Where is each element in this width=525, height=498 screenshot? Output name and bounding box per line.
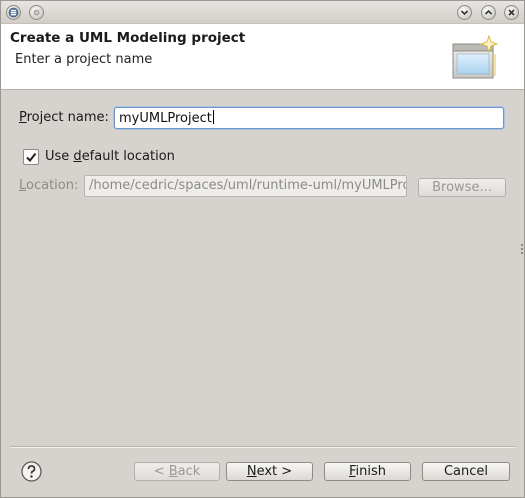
back-button[interactable]: < Back [134, 462, 220, 481]
wizard-dialog: Create a UML Modeling project Enter a pr… [0, 0, 525, 498]
project-name-value: myUMLProject [119, 111, 212, 126]
text-caret [212, 110, 214, 124]
sticky-icon[interactable] [29, 5, 44, 20]
cancel-button-label: Cancel [443, 464, 489, 479]
next-button-mnemonic: N [246, 464, 257, 479]
use-default-location-label[interactable]: Use default location [45, 149, 175, 164]
close-icon[interactable] [504, 5, 519, 20]
help-icon[interactable] [21, 461, 42, 482]
project-name-label-mnemonic: P [19, 110, 27, 125]
location-value: /home/cedric/spaces/uml/runtime-uml/myUM… [89, 178, 407, 193]
wizard-banner: Create a UML Modeling project Enter a pr… [1, 24, 524, 90]
page-title: Create a UML Modeling project [10, 30, 246, 46]
cancel-button[interactable]: Cancel [422, 462, 510, 481]
button-bar-separator [10, 446, 515, 448]
default-location-label-rest: efault location [81, 149, 175, 164]
project-name-input[interactable]: myUMLProject [114, 107, 504, 129]
new-wizard-icon [451, 32, 503, 84]
browse-button-label: Browse... [432, 180, 492, 195]
page-description: Enter a project name [15, 52, 153, 67]
window-menu-icon[interactable] [6, 5, 21, 20]
location-label-mnemonic: L [19, 178, 27, 193]
title-bar [1, 1, 524, 24]
project-name-label-rest: roject name: [26, 110, 109, 125]
location-label-rest: ocation: [26, 178, 79, 193]
back-button-mnemonic: B [168, 464, 178, 479]
default-location-label-mnemonic: d [73, 149, 82, 164]
project-name-label: Project name: [19, 110, 109, 125]
location-label: Location: [19, 178, 78, 193]
sash-grip-icon [521, 244, 523, 254]
checkmark-icon [26, 152, 37, 163]
location-input[interactable]: /home/cedric/spaces/uml/runtime-uml/myUM… [84, 175, 407, 197]
chevron-up-icon[interactable] [481, 5, 496, 20]
finish-button[interactable]: Finish [324, 462, 411, 481]
finish-button-rest: inish [355, 464, 387, 479]
chevron-down-icon[interactable] [457, 5, 472, 20]
next-button[interactable]: Next > [226, 462, 313, 481]
back-button-rest: ack [177, 464, 201, 479]
use-default-location-checkbox[interactable] [23, 149, 39, 165]
back-button-prefix: < [153, 464, 169, 479]
browse-button[interactable]: Browse... [418, 178, 506, 197]
next-button-rest: ext > [256, 464, 293, 479]
default-location-label-prefix: Use [45, 149, 74, 164]
